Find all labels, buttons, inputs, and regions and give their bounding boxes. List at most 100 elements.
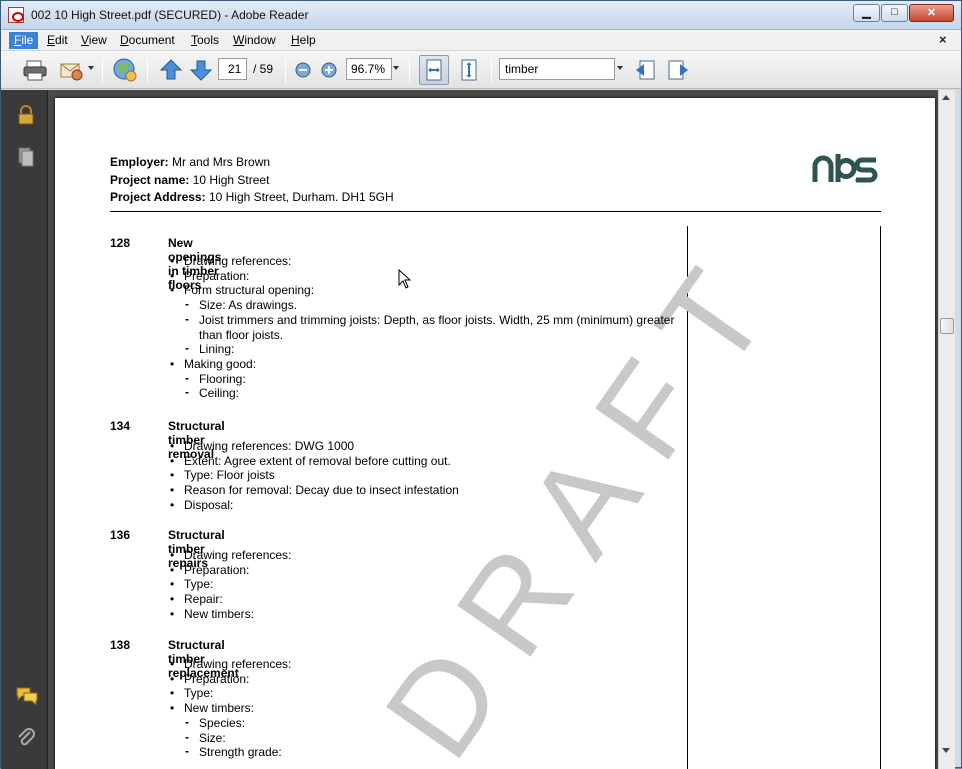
toolbar-separator <box>147 57 148 83</box>
email-icon[interactable] <box>58 57 84 83</box>
project-name-label: Project name: <box>110 172 190 187</box>
menu-window-accel: W <box>233 33 245 47</box>
list-item: Form structural opening: <box>170 283 690 298</box>
sub-list-item: Lining: <box>170 341 690 357</box>
section-items: Drawing references: Preparation: Type: R… <box>170 548 690 622</box>
document-view[interactable]: Employer: Mr and Mrs Brown Project name:… <box>48 90 938 769</box>
minimize-icon: ▁ <box>862 7 871 19</box>
employer-line: Employer: Mr and Mrs Brown <box>110 154 394 172</box>
menu-file[interactable]: File <box>9 32 39 49</box>
list-item: New timbers: <box>170 701 690 716</box>
title-bar[interactable]: 002 10 High Street.pdf (SECURED) - Adobe… <box>1 1 961 30</box>
menu-document-label: ocument <box>128 33 175 47</box>
project-name-value: 10 High Street <box>192 172 270 187</box>
menu-help[interactable]: Help <box>286 32 321 49</box>
section-number: 138 <box>110 638 131 652</box>
comments-icon[interactable] <box>15 684 38 707</box>
close-icon: ✕ <box>926 7 937 19</box>
printer-icon[interactable] <box>22 57 48 83</box>
arrow-down-icon[interactable] <box>188 57 214 83</box>
sub-list-item: Flooring: <box>170 371 690 387</box>
menu-tools-label: ools <box>197 33 220 47</box>
find-previous-icon[interactable] <box>633 57 659 83</box>
vertical-scrollbar[interactable] <box>938 90 955 769</box>
column-divider <box>880 226 881 769</box>
find-dropdown-icon[interactable] <box>617 66 623 70</box>
maximize-icon: □ <box>891 6 898 18</box>
project-address-line: Project Address: 10 High Street, Durham.… <box>110 189 394 207</box>
mouse-cursor-icon <box>398 268 412 292</box>
menu-view-accel: V <box>81 33 89 47</box>
email-dropdown-icon[interactable] <box>88 66 94 70</box>
list-item: New timbers: <box>170 607 690 622</box>
menu-help-accel: H <box>291 33 300 47</box>
menu-view[interactable]: View <box>76 32 112 49</box>
window-title: 002 10 High Street.pdf (SECURED) - Adobe… <box>31 8 309 22</box>
section-items: Drawing references: Preparation: Type: N… <box>170 657 690 760</box>
menu-window-label: indow <box>244 33 276 47</box>
arrow-up-icon[interactable] <box>158 57 184 83</box>
minimize-button[interactable]: ▁ <box>853 4 880 22</box>
menu-view-label: iew <box>88 33 107 47</box>
close-window-button[interactable]: ✕ <box>909 4 954 22</box>
zoom-level-input[interactable]: 96.7% <box>346 58 392 80</box>
menu-tools[interactable]: Tools <box>186 32 224 49</box>
paperclip-icon[interactable] <box>15 726 37 748</box>
zoom-out-icon[interactable] <box>294 61 312 79</box>
list-item: Type: <box>170 577 690 592</box>
menu-document[interactable]: Document <box>115 32 180 49</box>
menu-help-label: elp <box>299 33 316 47</box>
toolbar-separator <box>409 57 410 83</box>
pages-icon[interactable] <box>15 146 37 168</box>
menu-bar: File Edit View Document Tools Window Hel… <box>1 30 961 51</box>
scroll-up-icon[interactable] <box>942 95 950 100</box>
scroll-thumb[interactable] <box>940 318 954 334</box>
list-item: Preparation: <box>170 672 690 687</box>
navigation-panel <box>1 90 48 769</box>
list-item: Drawing references: <box>170 657 690 672</box>
list-item: Preparation: <box>170 563 690 578</box>
section-items: Drawing references: Preparation: Form st… <box>170 254 690 401</box>
zoom-in-icon[interactable] <box>320 61 338 79</box>
list-item: Extent: Agree extent of removal before c… <box>170 454 690 469</box>
zoom-dropdown-icon[interactable] <box>393 66 399 70</box>
header-rule <box>110 211 881 212</box>
maximize-button[interactable]: □ <box>881 4 908 22</box>
nbs-logo <box>812 148 882 197</box>
close-document-button[interactable]: × <box>939 32 947 47</box>
sub-list-item: Ceiling: <box>170 385 690 401</box>
project-address-value: 10 High Street, Durham. DH1 5GH <box>208 190 394 204</box>
collaborate-icon[interactable] <box>112 57 138 83</box>
toolbar-separator <box>285 57 286 83</box>
list-item: Drawing references: <box>170 254 690 269</box>
find-next-icon[interactable] <box>665 57 691 83</box>
list-item: Preparation: <box>170 269 690 284</box>
menu-edit[interactable]: Edit <box>42 32 73 49</box>
list-item: Drawing references: DWG 1000 <box>170 439 690 454</box>
reader-window: 002 10 High Street.pdf (SECURED) - Adobe… <box>0 0 962 769</box>
section-number: 136 <box>110 528 131 542</box>
menu-document-accel: D <box>120 33 129 47</box>
document-header: Employer: Mr and Mrs Brown Project name:… <box>110 154 394 207</box>
list-item: Reason for removal: Decay due to insect … <box>170 483 690 498</box>
scroll-down-icon[interactable] <box>942 748 950 753</box>
employer-value: Mr and Mrs Brown <box>172 155 271 169</box>
page-number-input[interactable]: 21 <box>218 58 247 80</box>
sub-list-item: Size: As drawings. <box>170 297 690 313</box>
fit-page-icon[interactable] <box>456 57 482 83</box>
list-item: Making good: <box>170 357 690 372</box>
section-items: Drawing references: DWG 1000 Extent: Agr… <box>170 439 690 513</box>
find-input[interactable]: timber <box>499 58 615 80</box>
project-address-label: Project Address: <box>110 190 206 204</box>
menu-file-label: ile <box>21 33 34 47</box>
lock-icon[interactable] <box>15 104 37 126</box>
list-item: Drawing references: <box>170 548 690 563</box>
menu-window[interactable]: Window <box>228 32 281 49</box>
fit-width-icon[interactable] <box>419 55 449 85</box>
list-item: Disposal: <box>170 498 690 513</box>
pdf-app-icon <box>8 7 24 23</box>
sub-list-item: Size: <box>170 730 690 746</box>
toolbar: 21 / 59 96.7% timber <box>1 51 961 89</box>
list-item: Type: Floor joists <box>170 468 690 483</box>
page-total: / 59 <box>253 62 274 76</box>
